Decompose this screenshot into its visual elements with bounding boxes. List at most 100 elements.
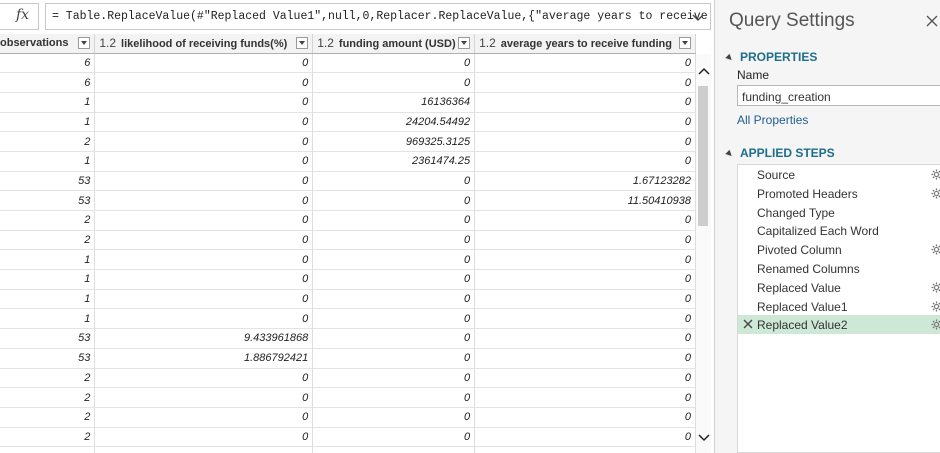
dropdown-arrow-icon[interactable]	[679, 37, 691, 49]
table-cell[interactable]: 0	[94, 249, 314, 271]
table-cell[interactable]: 53	[0, 328, 96, 349]
column-header[interactable]: 1.2 average years to receive funding	[474, 34, 696, 54]
table-cell[interactable]: 0	[94, 92, 314, 113]
table-cell[interactable]: 2	[0, 368, 96, 389]
table-row[interactable]: 2000	[0, 368, 696, 389]
table-row[interactable]	[0, 446, 696, 453]
query-name-input[interactable]	[737, 85, 940, 106]
table-cell[interactable]: 0	[474, 427, 696, 448]
table-cell[interactable]: 0	[474, 230, 696, 251]
chevron-down-icon[interactable]	[692, 11, 704, 23]
table-cell[interactable]: 0	[474, 72, 696, 93]
dropdown-arrow-icon[interactable]	[78, 37, 91, 49]
column-type-icon[interactable]: 1.2	[479, 36, 496, 50]
table-cell[interactable]: 0	[474, 249, 696, 271]
table-cell[interactable]: 0	[94, 289, 314, 310]
applied-step-item[interactable]: Capitalized Each Word	[738, 221, 940, 240]
gear-icon[interactable]	[931, 244, 940, 255]
table-cell[interactable]: 0	[474, 92, 696, 113]
table-row[interactable]: 2000	[0, 427, 696, 448]
table-row[interactable]: 2 0 969325.3125 0	[0, 131, 696, 152]
gear-icon[interactable]	[931, 282, 940, 293]
table-cell[interactable]: 0	[474, 387, 696, 408]
vertical-scrollbar[interactable]	[696, 54, 711, 453]
table-cell[interactable]: 0	[474, 348, 696, 369]
table-cell[interactable]: 0	[94, 269, 314, 290]
table-cell[interactable]: 0	[312, 171, 476, 192]
table-cell[interactable]: 0	[474, 53, 696, 74]
table-cell[interactable]: 2	[0, 210, 96, 231]
all-properties-link[interactable]: All Properties	[737, 113, 808, 127]
table-cell[interactable]: 2	[0, 427, 96, 448]
gear-icon[interactable]	[931, 301, 940, 312]
x-icon[interactable]	[743, 319, 753, 329]
column-header[interactable]: 1.2 funding amount (USD)	[312, 34, 476, 54]
table-cell[interactable]: 0	[312, 210, 476, 231]
table-cell[interactable]: 0	[312, 368, 476, 389]
table-cell[interactable]	[474, 446, 696, 453]
applied-step-item[interactable]: Replaced Value2	[738, 315, 940, 335]
table-cell[interactable]: 0	[94, 131, 314, 152]
chevron-down-icon[interactable]	[698, 431, 710, 443]
table-cell[interactable]: 0	[94, 387, 314, 408]
table-row[interactable]: 6000	[0, 53, 696, 74]
table-cell[interactable]: 0	[94, 210, 314, 231]
table-row[interactable]: 53 1.886792421 0 0	[0, 348, 696, 369]
table-cell[interactable]	[94, 446, 314, 453]
table-row[interactable]: 1000	[0, 249, 696, 271]
table-cell[interactable]: 0	[474, 131, 696, 152]
table-cell[interactable]: 0	[312, 308, 476, 330]
table-cell[interactable]: 0	[312, 53, 476, 74]
table-row[interactable]: 1 0 2361474.25 0	[0, 151, 696, 172]
applied-step-item[interactable]: Source	[738, 165, 940, 184]
close-icon[interactable]	[925, 14, 939, 28]
table-cell[interactable]: 6	[0, 53, 96, 74]
table-cell[interactable]: 0	[474, 210, 696, 231]
table-cell[interactable]: 0	[94, 368, 314, 389]
table-cell[interactable]: 0	[474, 328, 696, 349]
table-cell[interactable]: 0	[474, 151, 696, 172]
table-row[interactable]: 1000	[0, 269, 696, 290]
table-row[interactable]: 2000	[0, 387, 696, 408]
table-cell[interactable]: 1.67123282	[474, 171, 696, 192]
table-row[interactable]: 6000	[0, 72, 696, 93]
table-row[interactable]: 1000	[0, 289, 696, 310]
applied-step-item[interactable]: Replaced Value1	[738, 297, 940, 316]
table-cell[interactable]: 2	[0, 131, 96, 152]
applied-steps-section-header[interactable]: APPLIED STEPS	[725, 146, 835, 160]
table-cell[interactable]: 53	[0, 171, 96, 192]
table-cell[interactable]: 0	[94, 190, 314, 211]
table-cell[interactable]: 2	[0, 407, 96, 428]
column-type-icon[interactable]: 1.2	[317, 36, 334, 50]
table-cell[interactable]: 53	[0, 348, 96, 369]
table-cell[interactable]: 16136364	[312, 92, 476, 113]
table-cell[interactable]: 0	[312, 348, 476, 369]
column-header[interactable]: 1.2 likelihood of receiving funds(%)	[94, 34, 314, 54]
table-cell[interactable]: 2	[0, 387, 96, 408]
table-cell[interactable]: 0	[312, 289, 476, 310]
table-cell[interactable]: 0	[94, 427, 314, 448]
table-cell[interactable]: 0	[474, 289, 696, 310]
column-type-icon[interactable]: 1.2	[99, 36, 116, 50]
applied-step-item[interactable]: Replaced Value	[738, 278, 940, 297]
applied-step-item[interactable]: Changed Type	[738, 203, 940, 222]
table-cell[interactable]: 9.433961868	[94, 328, 314, 349]
gear-icon[interactable]	[931, 188, 940, 199]
table-row[interactable]: 2000	[0, 407, 696, 428]
scrollbar-thumb[interactable]	[698, 86, 708, 226]
dropdown-arrow-icon[interactable]	[296, 37, 309, 49]
formula-text[interactable]: = Table.ReplaceValue(#"Replaced Value1",…	[52, 10, 708, 23]
table-cell[interactable]: 1	[0, 308, 96, 330]
table-cell[interactable]: 1	[0, 151, 96, 172]
table-cell[interactable]: 0	[94, 53, 314, 74]
table-cell[interactable]: 53	[0, 190, 96, 211]
table-row[interactable]: 53 0 0 11.50410938	[0, 190, 696, 211]
table-cell[interactable]: 1	[0, 92, 96, 113]
table-cell[interactable]: 0	[312, 72, 476, 93]
table-cell[interactable]: 0	[94, 112, 314, 133]
table-row[interactable]: 1 0 16136364 0	[0, 92, 696, 113]
gear-icon[interactable]	[931, 169, 940, 180]
table-cell[interactable]: 0	[312, 387, 476, 408]
table-cell[interactable]: 0	[94, 151, 314, 172]
column-header[interactable]: observations	[0, 34, 96, 54]
